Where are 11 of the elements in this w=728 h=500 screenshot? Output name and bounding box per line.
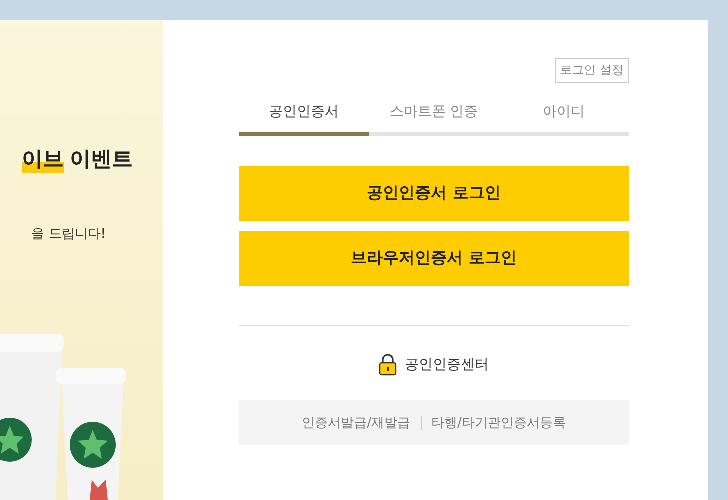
footer-link[interactable]: 타행/타기관인증서등록 [432, 414, 566, 432]
login-tab[interactable]: 스마트폰 인증 [369, 97, 499, 136]
login-settings-button[interactable]: 로그인 설정 [555, 58, 629, 83]
login-tab[interactable]: 공인인증서 [239, 97, 369, 136]
cert-center-link[interactable]: 공인인증센터 [405, 356, 489, 374]
login-tab[interactable]: 아이디 [499, 97, 629, 136]
login-button[interactable]: 브라우저인증서 로그인 [239, 231, 629, 286]
login-button[interactable]: 공인인증서 로그인 [239, 166, 629, 221]
banner-subtitle: 을 드립니다! [32, 226, 106, 243]
footer-link[interactable]: 인증서발급/재발급 [302, 414, 410, 432]
lock-icon [379, 354, 397, 376]
